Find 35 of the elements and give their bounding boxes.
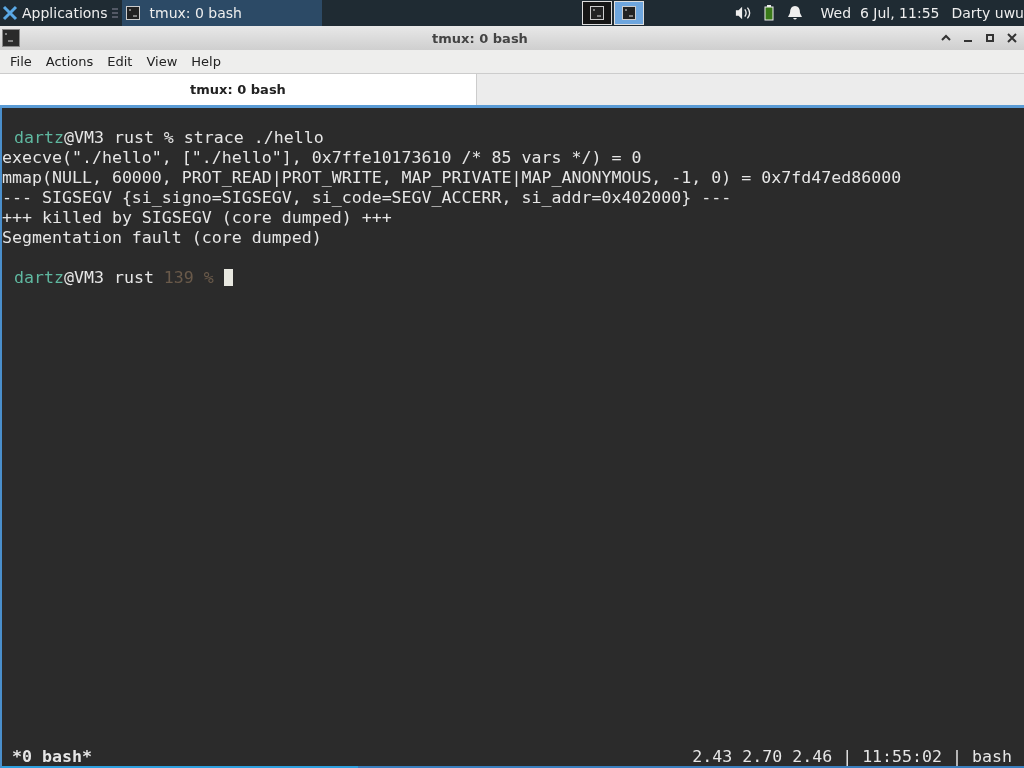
- terminal-text: @VM3 rust: [63, 268, 155, 287]
- terminal-text: Segmentation fault (core dumped): [2, 228, 322, 247]
- taskbar-button[interactable]: tmux: 0 bash: [121, 0, 322, 26]
- terminal-icon: [125, 6, 140, 20]
- close-icon[interactable]: [1006, 32, 1018, 44]
- user-name[interactable]: Darty uwu: [951, 5, 1024, 21]
- terminal-text: 139 %: [163, 268, 214, 287]
- menu-item[interactable]: Edit: [107, 54, 133, 69]
- maximize-icon[interactable]: [984, 32, 996, 44]
- clock[interactable]: Wed 6 Jul, 11:55: [820, 5, 940, 21]
- terminal-icon: [589, 6, 604, 20]
- terminal-icon: [621, 6, 636, 20]
- terminal-text: @VM3 rust % strace ./hello: [63, 128, 324, 147]
- tmux-window-label: *0 bash*: [12, 746, 92, 766]
- terminal-text: execve("./hello", ["./hello"], 0x7ffe10173610 /* 85 vars */) = 0: [2, 148, 642, 167]
- menu-item[interactable]: Actions: [45, 54, 94, 69]
- tmux-status-info: 2.43 2.70 2.46 | 11:55:02 | bash: [692, 746, 1012, 766]
- volume-icon[interactable]: [734, 5, 751, 21]
- terminal-tab[interactable]: tmux: 0 bash: [0, 74, 477, 105]
- applications-menu[interactable]: Applications: [22, 5, 108, 21]
- terminal-text: +++ killed by SIGSEGV (core dumped) +++: [2, 208, 392, 227]
- terminal-text: mmap(NULL, 60000, PROT_READ|PROT_WRITE, MAP_PRIVATE|MAP_ANONYMOUS, -1, 0) = 0x7fd47ed86000: [2, 168, 902, 187]
- menu-item[interactable]: Help: [191, 54, 221, 69]
- terminal-text: --- SIGSEGV {si_signo=SIGSEGV, si_code=SEGV_ACCERR, si_addr=0x402000} ---: [2, 188, 732, 207]
- menu-item[interactable]: View: [146, 54, 178, 69]
- terminal-text: dartz: [14, 128, 64, 147]
- terminal-icon: [2, 29, 20, 47]
- workspace-button[interactable]: [581, 1, 612, 25]
- menu-icon: [111, 8, 118, 18]
- terminal-text: dartz: [14, 268, 64, 287]
- menu-item[interactable]: File: [10, 54, 32, 69]
- window-title: tmux: 0 bash: [431, 30, 529, 46]
- workspace-button[interactable]: [613, 1, 644, 25]
- xfce-logo-icon: [2, 5, 18, 21]
- bell-icon[interactable]: [786, 5, 803, 21]
